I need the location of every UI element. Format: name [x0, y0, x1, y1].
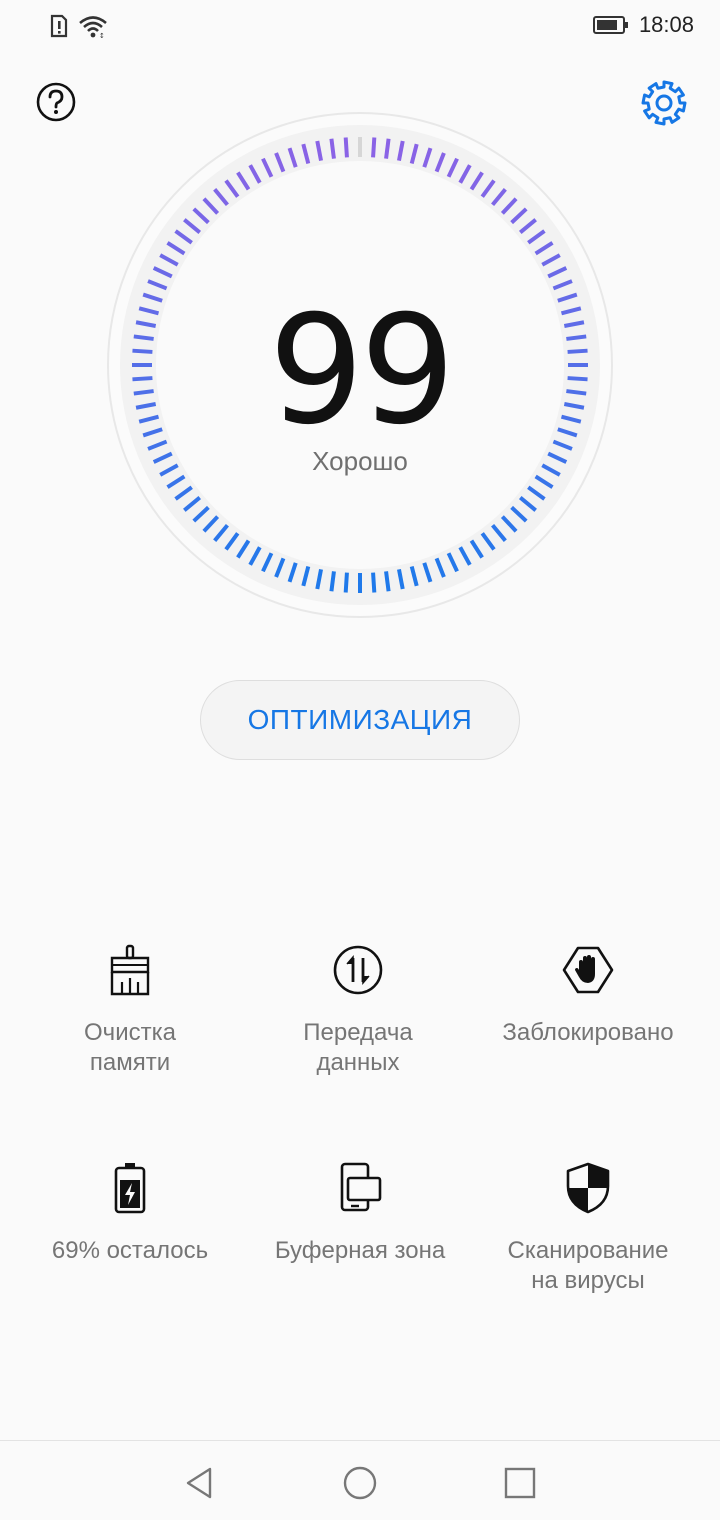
score-status: Хорошо	[312, 446, 408, 476]
tile-battery[interactable]: 69% осталось	[10, 1162, 250, 1266]
dual-window-icon	[340, 1162, 382, 1212]
navigation-bar	[0, 1440, 720, 1520]
tile-label: Очистка памяти	[84, 1019, 176, 1076]
shield-icon	[566, 1162, 610, 1214]
gauge-tick	[371, 137, 377, 158]
status-time: 18:08	[638, 12, 694, 37]
recents-icon	[504, 1467, 536, 1499]
sim-alert-icon	[50, 14, 68, 38]
gauge-tick	[329, 138, 336, 159]
tile-label: Передача данных	[303, 1019, 413, 1076]
wifi-icon: ↕	[79, 16, 107, 38]
status-bar: ↕ 18:08	[0, 0, 720, 56]
gauge-tick	[384, 571, 391, 592]
block-hand-icon	[562, 946, 614, 994]
data-transfer-icon	[333, 945, 383, 995]
tile-label: Буферная зона	[274, 1237, 446, 1264]
status-right: 18:08	[592, 12, 694, 38]
home-button[interactable]	[340, 1463, 380, 1503]
tile-buffer-zone[interactable]: Буферная зона	[240, 1162, 480, 1266]
gauge-tick	[371, 572, 377, 593]
broom-icon	[110, 944, 150, 996]
back-button[interactable]	[180, 1463, 220, 1503]
recents-button[interactable]	[500, 1463, 540, 1503]
gauge-tick	[343, 572, 349, 593]
score-value: 99	[268, 284, 456, 458]
svg-text:↕: ↕	[99, 32, 105, 38]
battery-charging-icon	[114, 1163, 146, 1214]
tile-virus-scan[interactable]: Сканирование на вирусы	[468, 1162, 708, 1296]
home-icon	[343, 1466, 377, 1500]
tile-blocked[interactable]: Заблокировано	[468, 944, 708, 1048]
tile-data-transfer[interactable]: Передача данных	[238, 944, 478, 1078]
phone-manager-screen: ↕ 18:08 99 Хорошо ОПТИМИЗАЦИЯ Очистка па…	[0, 0, 720, 1520]
status-left: ↕	[50, 14, 108, 38]
gauge-tick	[343, 137, 349, 158]
back-icon	[186, 1467, 212, 1499]
battery-icon	[592, 16, 628, 34]
tile-label: Сканирование на вирусы	[507, 1237, 669, 1294]
tile-label: 69% осталось	[51, 1237, 209, 1264]
tile-label: Заблокировано	[502, 1019, 674, 1046]
gauge-tick	[384, 138, 391, 159]
tile-memory-cleanup[interactable]: Очистка памяти	[10, 944, 250, 1078]
gauge-tick	[329, 571, 336, 592]
optimize-button[interactable]: ОПТИМИЗАЦИЯ	[200, 680, 520, 760]
